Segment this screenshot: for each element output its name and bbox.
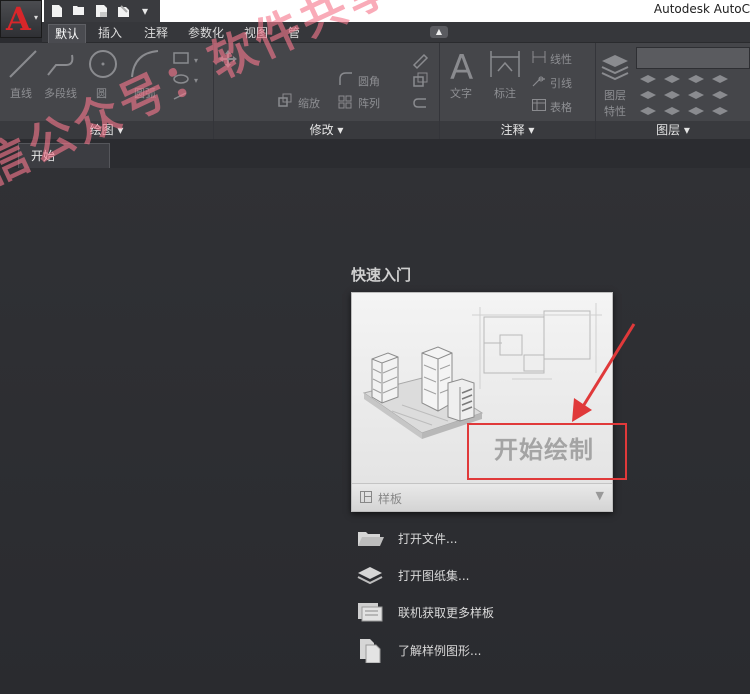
quick-start-heading: 快速入门 xyxy=(351,266,412,284)
array-tool-label[interactable]: 阵列 xyxy=(358,95,380,111)
svg-text:▾: ▾ xyxy=(194,56,198,65)
layer-dropdown[interactable] xyxy=(636,47,750,69)
red-arrow-icon xyxy=(572,323,636,422)
leader-icon[interactable] xyxy=(532,75,546,87)
sample-drawings-link[interactable]: 了解样例图形... xyxy=(356,636,576,664)
tab-manage[interactable]: 管 xyxy=(282,24,306,43)
tab-view[interactable]: 视图 xyxy=(238,24,274,43)
template-selector[interactable]: 样板 ▼ xyxy=(352,483,612,511)
application-menu-button[interactable]: A ▾ xyxy=(0,0,42,38)
sheet-set-icon xyxy=(356,563,384,587)
ribbon-minimize-toggle[interactable]: ▲ xyxy=(430,26,448,38)
linear-dimension-icon[interactable] xyxy=(532,51,546,63)
scale-tool-label[interactable]: 缩放 xyxy=(298,95,320,111)
chevron-down-icon: ▾ xyxy=(33,13,38,22)
open-sheet-set-label[interactable]: 打开图纸集... xyxy=(398,567,469,584)
layer-properties-icon[interactable] xyxy=(600,53,630,85)
draw-panel: 直线 多段线 圆 圆弧 ▾ ▾ 绘图 ▾ xyxy=(0,43,214,139)
sample-drawings-icon xyxy=(356,638,384,663)
erase-copy-offset-icons[interactable] xyxy=(410,51,430,113)
layers-panel-title[interactable]: 图层 ▾ xyxy=(596,121,750,139)
online-templates-link[interactable]: 联机获取更多样板 xyxy=(356,598,576,626)
save-icon[interactable] xyxy=(94,4,108,18)
modify-panel-title[interactable]: 修改 ▾ xyxy=(214,121,439,139)
fillet-tool-label[interactable]: 圆角 xyxy=(358,73,380,89)
modify-panel: 圆角 缩放 阵列 修改 ▾ xyxy=(214,43,440,139)
scale-icon[interactable] xyxy=(278,93,292,107)
table-icon[interactable] xyxy=(532,99,546,111)
app-title: Autodesk AutoC xyxy=(653,2,750,16)
chevron-down-icon[interactable]: ▼ xyxy=(596,489,604,502)
template-label: 样板 xyxy=(378,492,403,506)
polyline-icon[interactable] xyxy=(44,47,78,81)
tab-parametric[interactable]: 参数化 xyxy=(182,24,230,43)
new-file-icon[interactable] xyxy=(50,4,64,18)
leader-tool-label[interactable]: 引线 xyxy=(550,75,572,91)
annotation-panel-title[interactable]: 注释 ▾ xyxy=(440,121,595,139)
tab-default[interactable]: 默认 xyxy=(48,24,87,43)
circle-tool-label[interactable]: 圆 xyxy=(96,85,107,101)
rectangle-ellipse-hatch-icon[interactable]: ▾ ▾ xyxy=(172,49,208,109)
fillet-icon[interactable] xyxy=(338,71,354,87)
array-icon[interactable] xyxy=(338,95,352,109)
tab-start[interactable]: 开始 xyxy=(18,143,110,168)
folder-open-icon xyxy=(356,526,384,550)
dimension-icon[interactable] xyxy=(488,49,522,79)
properties-label[interactable]: 特性 xyxy=(604,103,626,119)
template-icon xyxy=(360,491,372,503)
ribbon: 直线 多段线 圆 圆弧 ▾ ▾ 绘图 ▾ 圆角 缩放 阵列 修改 ▾ A 文字 … xyxy=(0,43,750,139)
circle-icon[interactable] xyxy=(86,47,120,81)
highlight-box xyxy=(467,423,627,480)
arc-icon[interactable] xyxy=(128,47,162,81)
annotation-panel: A 文字 标注 线性 引线 表格 注释 ▾ xyxy=(440,43,596,139)
tab-annotate[interactable]: 注释 xyxy=(138,24,174,43)
tab-insert[interactable]: 插入 xyxy=(92,24,128,43)
online-templates-icon xyxy=(356,600,384,624)
qat-dropdown-icon[interactable]: ▾ xyxy=(138,4,152,18)
dimension-tool-label[interactable]: 标注 xyxy=(494,85,516,101)
document-tab-bar: 开始 xyxy=(0,140,750,168)
open-sheet-set-link[interactable]: 打开图纸集... xyxy=(356,561,576,589)
ribbon-tab-bar: 默认 插入 注释 参数化 视图 管 ▲ xyxy=(42,22,750,43)
draw-panel-title[interactable]: 绘图 ▾ xyxy=(0,121,213,139)
quick-access-toolbar: ▾ xyxy=(44,0,160,22)
open-file-label[interactable]: 打开文件... xyxy=(398,530,457,547)
layer-label[interactable]: 图层 xyxy=(604,87,626,103)
linear-tool-label[interactable]: 线性 xyxy=(550,51,572,67)
print-icon[interactable] xyxy=(116,4,130,18)
sample-drawings-label[interactable]: 了解样例图形... xyxy=(398,642,481,659)
title-bar: ▾ Autodesk AutoC xyxy=(0,0,750,22)
open-file-icon[interactable] xyxy=(72,4,86,18)
svg-text:▾: ▾ xyxy=(194,76,198,85)
open-file-link[interactable]: 打开文件... xyxy=(356,524,576,552)
svg-text:A: A xyxy=(450,48,473,83)
move-icon[interactable] xyxy=(218,49,238,69)
online-templates-label[interactable]: 联机获取更多样板 xyxy=(398,604,494,621)
arc-tool-label[interactable]: 圆弧 xyxy=(134,85,156,101)
autocad-logo-icon: A xyxy=(6,0,31,38)
table-tool-label[interactable]: 表格 xyxy=(550,99,572,115)
line-tool-label[interactable]: 直线 xyxy=(10,85,32,101)
line-icon[interactable] xyxy=(6,47,40,81)
polyline-tool-label[interactable]: 多段线 xyxy=(44,85,77,101)
text-icon[interactable]: A xyxy=(448,47,478,83)
text-tool-label[interactable]: 文字 xyxy=(450,85,472,101)
layer-tool-icons[interactable] xyxy=(638,73,748,117)
